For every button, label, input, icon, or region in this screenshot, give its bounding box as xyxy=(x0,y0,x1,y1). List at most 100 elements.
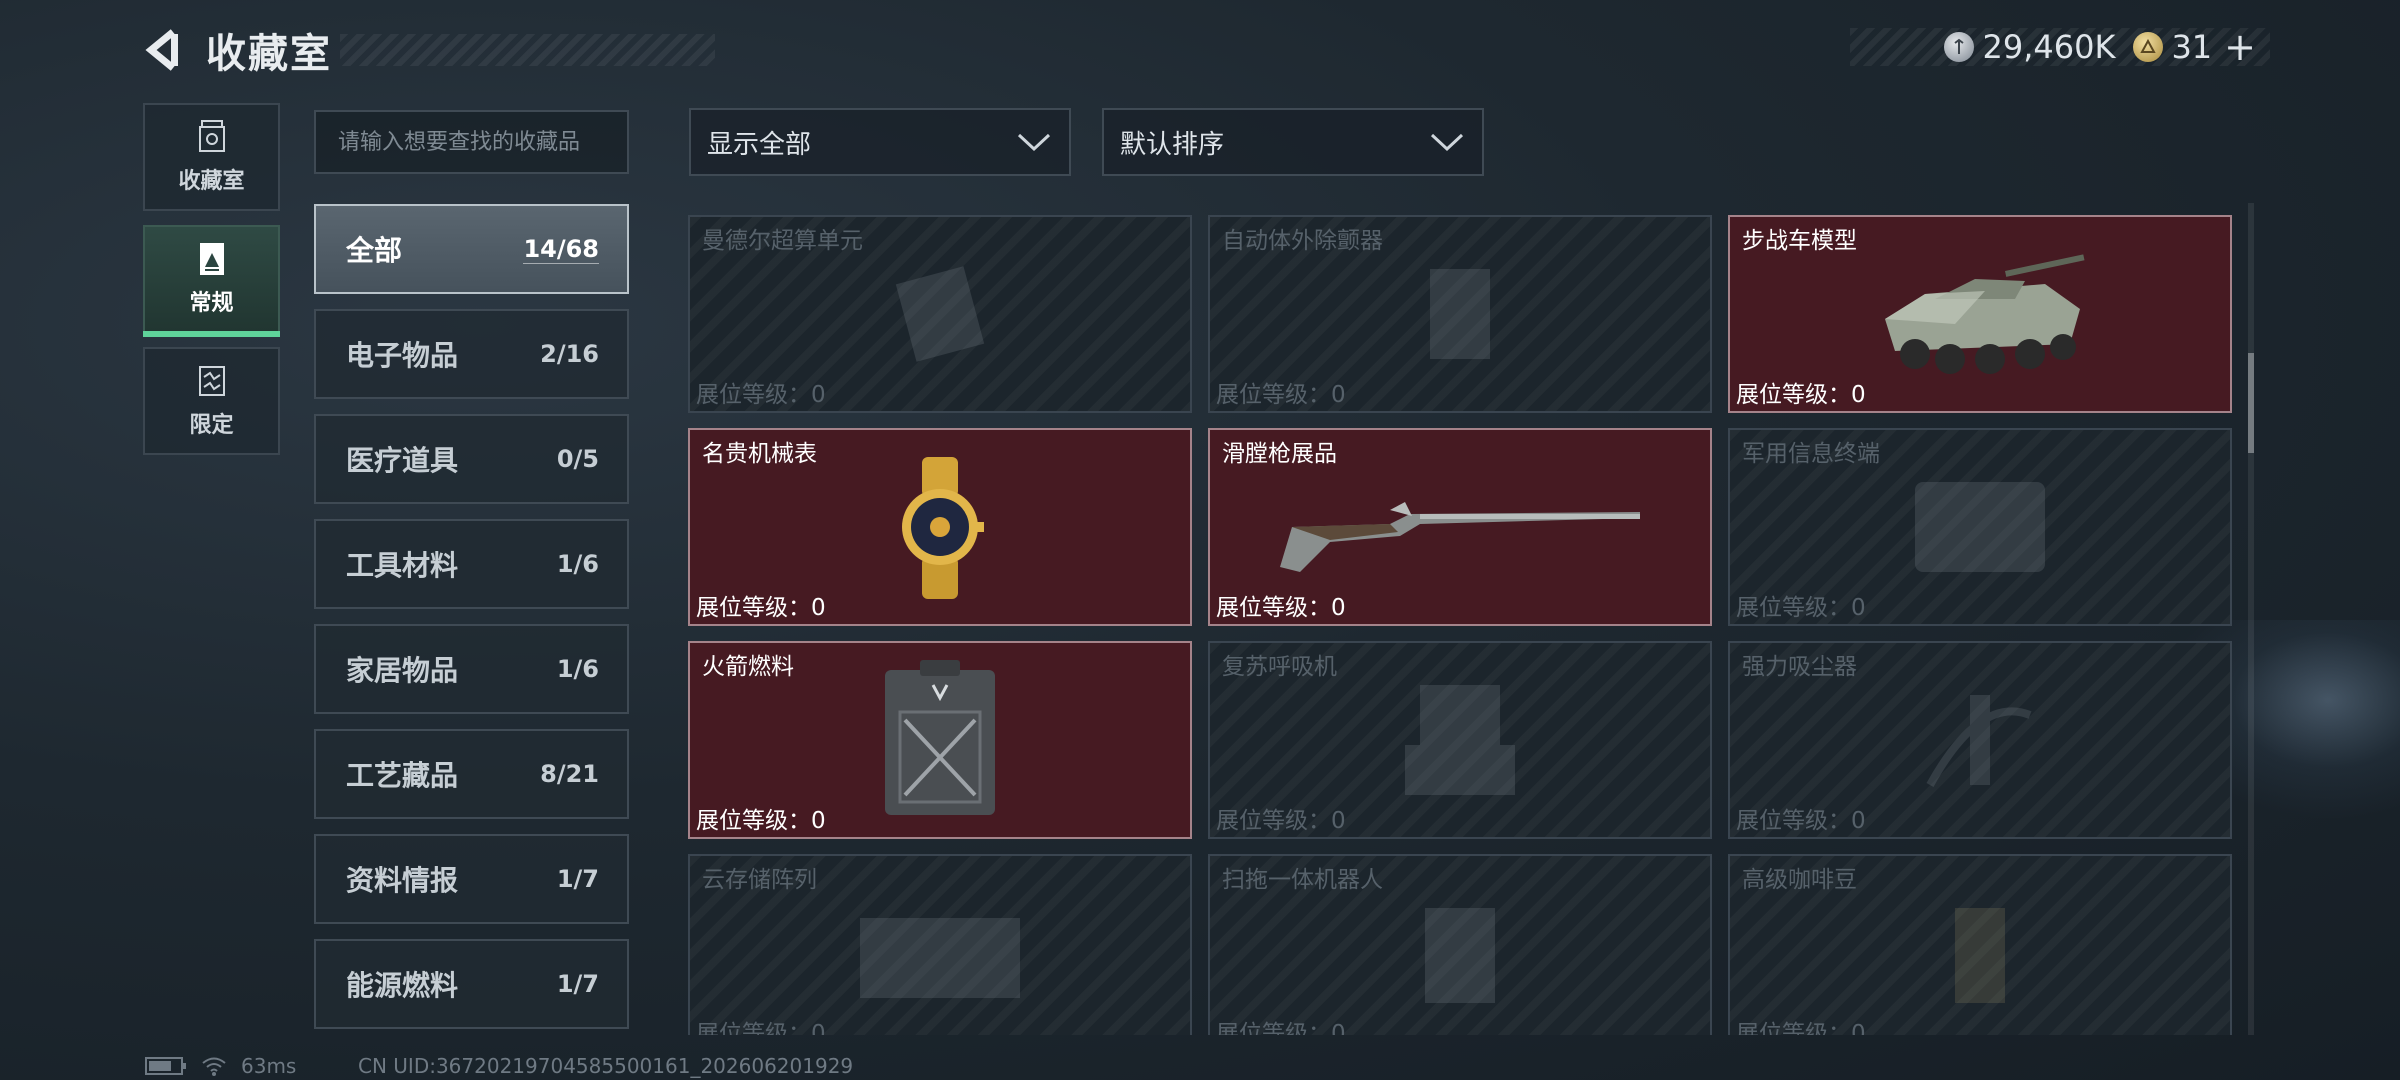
collection-card[interactable]: 复苏呼吸机 展位等级：0 xyxy=(1208,641,1712,839)
category-energy[interactable]: 能源燃料 1/7 xyxy=(314,939,629,1029)
category-all[interactable]: 全部 14/68 xyxy=(314,204,629,294)
nav-label: 收藏室 xyxy=(178,169,245,194)
item-name: 滑膛枪展品 xyxy=(1222,441,1337,467)
status-bar: 63ms xyxy=(145,1054,296,1078)
regular-icon xyxy=(194,241,230,277)
category-household[interactable]: 家居物品 1/6 xyxy=(314,624,629,714)
limited-icon xyxy=(194,363,230,399)
category-count: 0/5 xyxy=(556,445,599,473)
collection-card[interactable]: 火箭燃料 展位等级：0 xyxy=(688,641,1192,839)
item-name: 扫拖一体机器人 xyxy=(1222,867,1383,893)
terminal-icon xyxy=(1915,482,2045,572)
item-name: 自动体外除颤器 xyxy=(1222,228,1383,254)
nav-item-regular[interactable]: 常规 xyxy=(143,225,280,337)
watch-icon xyxy=(902,457,984,599)
collection-card[interactable]: 扫拖一体机器人 展位等级：0 xyxy=(1208,854,1712,1035)
scroll-thumb[interactable] xyxy=(2248,353,2254,453)
search-input[interactable] xyxy=(338,129,627,155)
coffee-beans-icon xyxy=(1955,908,2005,1003)
nav-label: 限定 xyxy=(189,413,234,438)
category-count: 1/6 xyxy=(556,655,599,683)
collection-card[interactable]: 自动体外除颤器 展位等级：0 xyxy=(1208,215,1712,413)
category-count: 14/68 xyxy=(523,234,599,264)
ventilator-icon xyxy=(1405,685,1515,795)
chevron-down-icon xyxy=(1017,133,1051,152)
collection-card[interactable]: 步战车模型 展位等级：0 xyxy=(1728,215,2232,413)
collection-card[interactable]: 高级咖啡豆 展位等级：0 xyxy=(1728,854,2232,1035)
collection-grid: 曼德尔超算单元 展位等级：0 自动体外除颤器 展位等级：0 步战车模型 展位等级… xyxy=(688,213,2232,1035)
item-level: 展位等级：0 xyxy=(1736,1021,1866,1035)
back-arrow-icon xyxy=(145,29,178,71)
nav-label: 常规 xyxy=(189,291,234,316)
robot-vacuum-icon xyxy=(1425,908,1495,1003)
category-name: 资料情报 xyxy=(346,864,459,897)
item-level: 展位等级：0 xyxy=(696,1021,826,1035)
nav-item-collection-room[interactable]: 收藏室 xyxy=(143,103,280,211)
add-currency-icon[interactable]: + xyxy=(2224,25,2256,69)
category-name: 电子物品 xyxy=(346,339,459,372)
item-name: 曼德尔超算单元 xyxy=(702,228,863,254)
silver-coin-icon xyxy=(1944,32,1975,62)
category-crafts[interactable]: 工艺藏品 8/21 xyxy=(314,729,629,819)
filter-dropdown[interactable]: 显示全部 xyxy=(689,108,1071,176)
item-name: 云存储阵列 xyxy=(702,867,817,893)
item-level: 展位等级：0 xyxy=(1216,595,1346,621)
category-medical[interactable]: 医疗道具 0/5 xyxy=(314,414,629,504)
ifv-model-icon xyxy=(1885,254,2085,374)
silver-amount: 29,460K xyxy=(1982,28,2116,66)
item-name: 复苏呼吸机 xyxy=(1222,654,1337,680)
category-count: 1/7 xyxy=(556,865,599,893)
category-name: 全部 xyxy=(346,234,403,267)
collection-card[interactable]: 军用信息终端 展位等级：0 xyxy=(1728,428,2232,626)
back-button[interactable] xyxy=(140,25,190,75)
item-name: 火箭燃料 xyxy=(702,654,794,680)
category-list: 全部 14/68 电子物品 2/16 医疗道具 0/5 工具材料 1/6 家居物… xyxy=(314,204,629,1044)
category-intel[interactable]: 资料情报 1/7 xyxy=(314,834,629,924)
side-nav: 收藏室 常规 限定 xyxy=(143,103,280,469)
category-tools[interactable]: 工具材料 1/6 xyxy=(314,519,629,609)
category-name: 医疗道具 xyxy=(346,444,459,477)
item-name: 强力吸尘器 xyxy=(1742,654,1857,680)
item-level: 展位等级：0 xyxy=(1736,595,1866,621)
collection-card[interactable]: 云存储阵列 展位等级：0 xyxy=(688,854,1192,1035)
category-name: 工艺藏品 xyxy=(346,759,459,792)
category-name: 工具材料 xyxy=(346,549,459,582)
category-name: 家居物品 xyxy=(346,654,459,687)
sort-value: 默认排序 xyxy=(1120,129,1225,160)
sort-dropdown[interactable]: 默认排序 xyxy=(1102,108,1484,176)
fuel-can-icon xyxy=(885,660,995,815)
category-count: 1/7 xyxy=(556,970,599,998)
category-name: 能源燃料 xyxy=(346,969,459,1002)
collection-room-icon xyxy=(194,119,230,155)
gold-amount: 31 xyxy=(2171,28,2213,66)
collection-card[interactable]: 滑膛枪展品 展位等级：0 xyxy=(1208,428,1712,626)
collection-card[interactable]: 名贵机械表 展位等级：0 xyxy=(688,428,1192,626)
category-electronics[interactable]: 电子物品 2/16 xyxy=(314,309,629,399)
category-count: 8/21 xyxy=(540,760,599,788)
storage-array-icon xyxy=(860,918,1020,998)
chevron-down-icon xyxy=(1430,133,1464,152)
collection-card[interactable]: 曼德尔超算单元 展位等级：0 xyxy=(688,215,1192,413)
gold-coin-icon xyxy=(2133,32,2164,62)
ping-text: 63ms xyxy=(241,1054,297,1078)
gold-currency[interactable]: 31 + xyxy=(2133,25,2256,69)
item-level: 展位等级：0 xyxy=(1216,1021,1346,1035)
nav-item-limited[interactable]: 限定 xyxy=(143,347,280,455)
item-level: 展位等级：0 xyxy=(1736,808,1866,834)
silver-currency[interactable]: 29,460K xyxy=(1944,28,2115,66)
item-name: 军用信息终端 xyxy=(1742,441,1880,467)
grid-scrollbar[interactable] xyxy=(2248,203,2254,1035)
wifi-icon xyxy=(202,1057,226,1076)
item-name: 步战车模型 xyxy=(1742,228,1857,254)
collection-card[interactable]: 强力吸尘器 展位等级：0 xyxy=(1728,641,2232,839)
item-level: 展位等级：0 xyxy=(696,382,826,408)
uid-text: CN UID:36720219704585500161_202606201929 xyxy=(358,1054,854,1078)
supercomputer-icon xyxy=(895,266,985,362)
item-level: 展位等级：0 xyxy=(1216,382,1346,408)
vacuum-icon xyxy=(1926,695,2032,787)
battery-icon xyxy=(145,1057,186,1075)
item-level: 展位等级：0 xyxy=(1736,382,1866,408)
category-count: 1/6 xyxy=(556,550,599,578)
item-name: 名贵机械表 xyxy=(702,441,817,467)
search-box[interactable] xyxy=(314,110,629,174)
